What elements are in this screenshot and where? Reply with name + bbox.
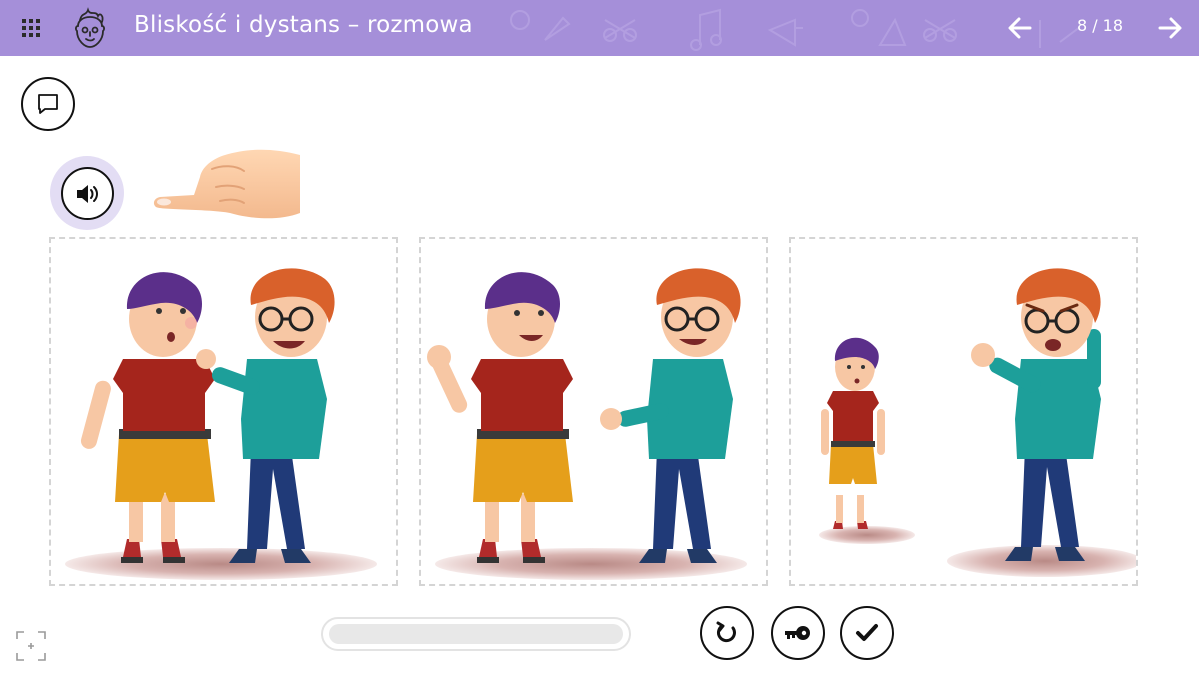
arrow-left-icon[interactable] [1004, 12, 1036, 44]
progress-bar [321, 617, 631, 651]
retry-button[interactable] [700, 606, 754, 660]
fullscreen-icon[interactable] [15, 630, 47, 662]
retry-icon [716, 621, 736, 643]
boy-orange-hair-angry [971, 268, 1101, 561]
scene-too-close-illustration [65, 268, 377, 580]
scene-panel-too-far[interactable] [789, 237, 1138, 586]
page-counter: 8 / 18 [1076, 16, 1124, 35]
boy-purple-hair-waving [427, 272, 573, 563]
boy-orange-hair-greeting [600, 268, 741, 563]
comment-button[interactable] [21, 77, 75, 131]
boy-purple-hair [80, 272, 215, 563]
checkmark-icon [856, 624, 878, 641]
audio-button[interactable] [61, 167, 114, 220]
speech-bubble-icon [38, 94, 58, 114]
boy-purple-hair-small [821, 337, 885, 529]
progress-track [329, 624, 623, 644]
top-bar: Bliskość i dystans – rozmowa 8 / 18 [0, 0, 1199, 56]
boy-orange-hair [196, 268, 335, 563]
scene-too-far-illustration [819, 268, 1136, 577]
speaker-icon [76, 184, 98, 203]
grid-menu-icon[interactable] [17, 14, 45, 42]
page-title: Bliskość i dystans – rozmowa [134, 12, 473, 38]
arrow-right-icon[interactable] [1154, 12, 1186, 44]
show-answer-button[interactable] [771, 606, 825, 660]
scene-panel-comfortable-distance[interactable] [419, 237, 768, 586]
face-logo-icon [75, 7, 105, 48]
check-answer-button[interactable] [840, 606, 894, 660]
scene-comfortable-illustration [427, 268, 747, 580]
scene-panel-too-close[interactable] [49, 237, 398, 586]
key-icon [785, 626, 810, 640]
pointing-hand-icon [153, 149, 300, 219]
